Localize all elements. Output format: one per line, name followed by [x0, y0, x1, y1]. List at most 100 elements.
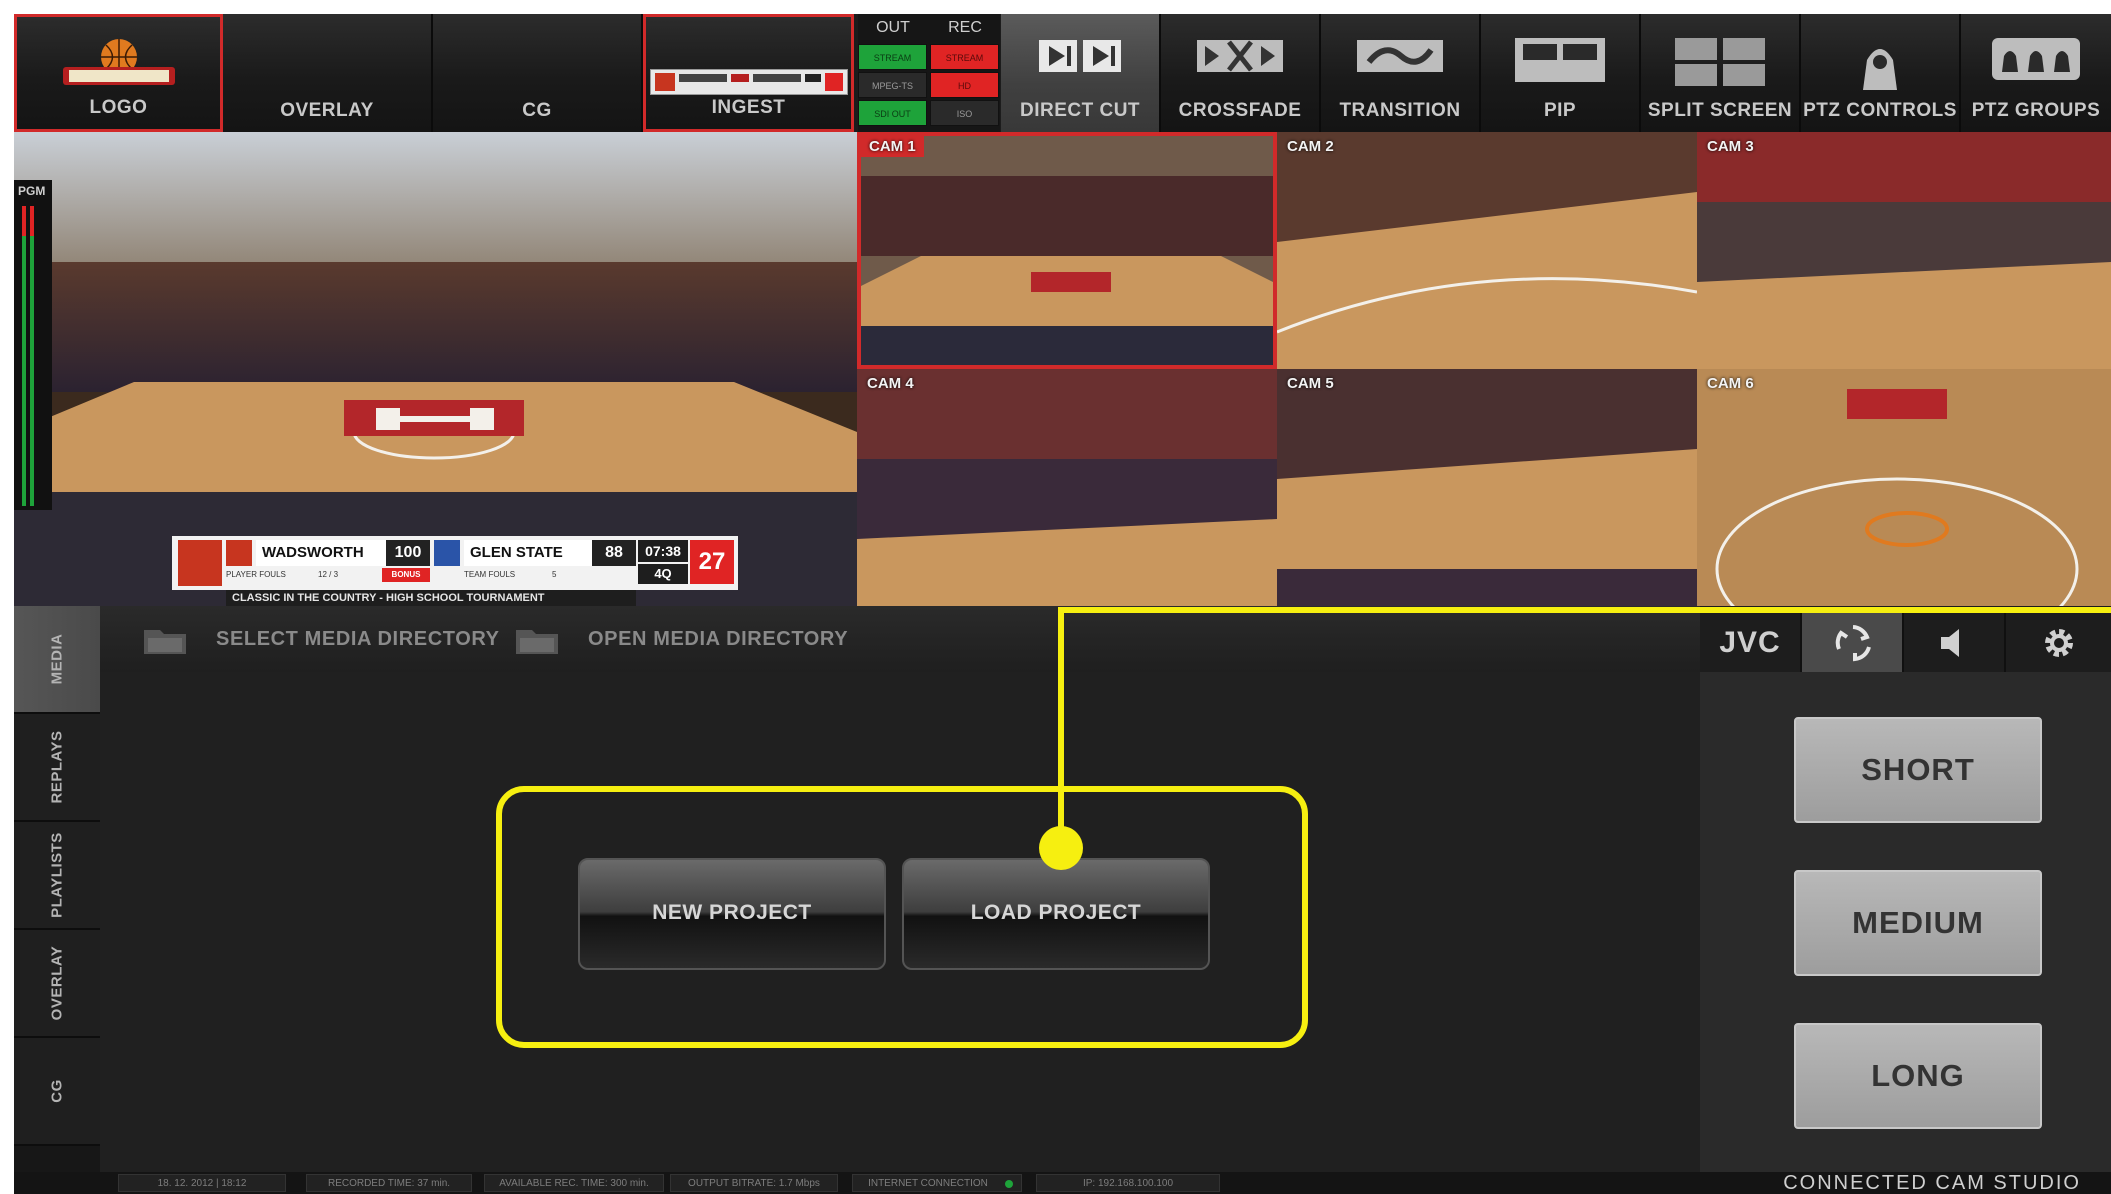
out-header: OUT: [876, 19, 910, 36]
recycle-tab[interactable]: [1802, 613, 1904, 672]
recycle-icon: [1835, 625, 1871, 662]
crossfade-label: CROSSFADE: [1178, 100, 1302, 121]
ptz-controls-button[interactable]: PTZ CONTROLS: [1801, 14, 1961, 132]
tab-overlay[interactable]: OVERLAY: [14, 930, 100, 1038]
tab-media[interactable]: MEDIA: [14, 606, 100, 714]
tournament-banner: CLASSIC IN THE COUNTRY - HIGH SCHOOL TOU…: [226, 590, 636, 606]
transition-icon: [1357, 40, 1443, 72]
ptz-groups-button[interactable]: PTZ GROUPS: [1961, 14, 2111, 132]
camera-tile-4[interactable]: CAM 4: [857, 369, 1277, 606]
split-screen-button[interactable]: SPLIT SCREEN: [1641, 14, 1801, 132]
audio-meter-left: [22, 206, 26, 506]
camera-1-label: CAM 1: [861, 136, 924, 157]
camera-6-label: CAM 6: [1707, 375, 1754, 392]
date-time: 18. 12. 2012 | 18:12: [118, 1174, 286, 1192]
left-tab-bar: MEDIA REPLAYS PLAYLISTS OVERLAY CG: [14, 606, 100, 1172]
camera-tile-6[interactable]: CAM 6: [1697, 369, 2111, 606]
camera-tile-2[interactable]: CAM 2: [1277, 132, 1697, 369]
app-window: LOGO OVERLAY CG INGEST OUT REC STREAM ST…: [14, 14, 2111, 1194]
out-mpeg-toggle[interactable]: MPEG-TS: [858, 72, 927, 98]
recorded-time: RECORDED TIME: 37 min.: [306, 1174, 472, 1192]
open-media-directory-button[interactable]: OPEN MEDIA DIRECTORY: [588, 606, 848, 672]
tab-playlists[interactable]: PLAYLISTS: [14, 822, 100, 930]
program-monitor[interactable]: PGM WADSWORTH 100 PLAYER FOULS 12 / 3 BO…: [14, 132, 857, 606]
camera-6-video: [1697, 369, 2111, 606]
tab-media-label: MEDIA: [48, 633, 66, 685]
folder-icon: [144, 630, 186, 654]
available-rec-time: AVAILABLE REC. TIME: 300 min.: [484, 1174, 664, 1192]
medium-duration-button[interactable]: MEDIUM: [1794, 870, 2042, 976]
camera-tile-1[interactable]: CAM 1: [857, 132, 1277, 369]
out-sdi-toggle[interactable]: SDI OUT: [858, 100, 927, 126]
shot-clock: 27: [690, 540, 734, 584]
rec-header: REC: [948, 19, 982, 36]
tab-replays[interactable]: REPLAYS: [14, 714, 100, 822]
home-team-logo-icon: [178, 540, 222, 586]
ingest-label: INGEST: [711, 97, 786, 118]
overlay-button[interactable]: OVERLAY: [223, 14, 433, 132]
tournament-logo-icon: [62, 39, 175, 85]
tab-cg[interactable]: CG: [14, 1038, 100, 1146]
settings-tab[interactable]: [2006, 613, 2111, 672]
out-stream-toggle[interactable]: STREAM: [858, 44, 927, 70]
crossfade-button[interactable]: CROSSFADE: [1161, 14, 1321, 132]
camera-5-label: CAM 5: [1287, 375, 1334, 392]
rec-stream-toggle[interactable]: STREAM: [930, 44, 999, 70]
camera-5-video: [1277, 369, 1697, 606]
long-duration-button[interactable]: LONG: [1794, 1023, 2042, 1129]
ip-address: IP: 192.168.100.100: [1036, 1174, 1220, 1192]
ingest-scoreboard-icon: [649, 69, 848, 95]
game-period: 4Q: [638, 564, 688, 584]
callout-line-horizontal: [1058, 607, 2111, 613]
away-team-name: GLEN STATE: [464, 540, 606, 566]
direct-cut-icon: [1039, 40, 1121, 72]
select-media-directory-button[interactable]: SELECT MEDIA DIRECTORY: [216, 606, 500, 672]
ptz-groups-icon: [1992, 38, 2080, 80]
overlay-label: OVERLAY: [280, 100, 374, 121]
internet-connection: INTERNET CONNECTION: [852, 1174, 1022, 1192]
ptz-camera-icon: [1863, 49, 1897, 90]
direct-cut-button[interactable]: DIRECT CUT: [1001, 14, 1161, 132]
load-project-button[interactable]: LOAD PROJECT: [902, 858, 1210, 970]
home-sub-label: PLAYER FOULS: [226, 570, 286, 579]
pgm-label: PGM: [18, 184, 46, 198]
cg-button[interactable]: CG: [433, 14, 643, 132]
new-project-button[interactable]: NEW PROJECT: [578, 858, 886, 970]
tab-overlay-label: OVERLAY: [48, 945, 66, 1021]
camera-tile-5[interactable]: CAM 5: [1277, 369, 1697, 606]
brand-label: CONNECTED CAM STUDIO: [1783, 1172, 2081, 1194]
transition-button[interactable]: TRANSITION: [1321, 14, 1481, 132]
direct-cut-label: DIRECT CUT: [1019, 100, 1141, 121]
ptz-groups-label: PTZ GROUPS: [1971, 100, 2101, 121]
camera-1-video: [861, 136, 1273, 365]
pip-icon: [1515, 38, 1605, 82]
short-duration-button[interactable]: SHORT: [1794, 717, 2042, 823]
media-toolbar: SELECT MEDIA DIRECTORY OPEN MEDIA DIRECT…: [100, 606, 1700, 672]
ingest-button[interactable]: INGEST: [643, 14, 854, 132]
gear-icon: [2045, 629, 2073, 657]
game-clock: 07:38: [638, 540, 688, 562]
open-folder-icon: [516, 630, 558, 654]
rec-hd-toggle[interactable]: HD: [930, 72, 999, 98]
bonus-badge: BONUS: [382, 568, 430, 582]
transition-label: TRANSITION: [1339, 100, 1461, 121]
split-screen-icon: [1675, 38, 1765, 86]
pip-button[interactable]: PIP: [1481, 14, 1641, 132]
jvc-tab[interactable]: JVC: [1700, 613, 1802, 672]
home-team-mini-logo-icon: [226, 540, 252, 566]
away-team-logo-icon: [434, 540, 460, 566]
rec-iso-toggle[interactable]: ISO: [930, 100, 999, 126]
program-video-frame: [14, 132, 857, 606]
logo-button[interactable]: LOGO: [14, 14, 223, 132]
connection-status-dot: [1005, 1180, 1013, 1188]
speaker-icon: [1941, 629, 1959, 657]
jvc-logo: JVC: [1719, 626, 1781, 659]
split-screen-label: SPLIT SCREEN: [1647, 100, 1793, 121]
pip-label: PIP: [1543, 100, 1577, 121]
away-sub-value: 5: [552, 570, 557, 579]
tab-playlists-label: PLAYLISTS: [48, 832, 66, 918]
camera-2-video: [1277, 132, 1697, 369]
camera-tile-3[interactable]: CAM 3: [1697, 132, 2111, 369]
audio-tab[interactable]: [1904, 613, 2006, 672]
camera-3-label: CAM 3: [1707, 138, 1754, 155]
